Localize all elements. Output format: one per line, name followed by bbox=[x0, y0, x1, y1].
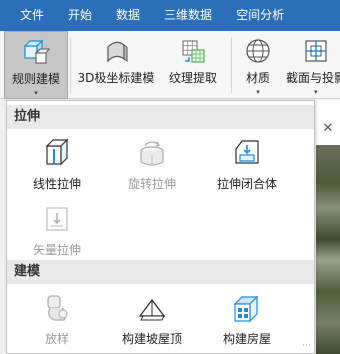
build-house-button[interactable]: 构建房屋 bbox=[197, 292, 297, 347]
linear-extrude-label: 线性拉伸 bbox=[32, 177, 81, 191]
resize-grip-icon[interactable]: ⋯ bbox=[302, 341, 311, 351]
close-icon[interactable]: ✕ bbox=[316, 119, 340, 139]
texture-extract-label: 纹理提取 bbox=[168, 71, 217, 85]
extrude-closed-icon bbox=[232, 137, 262, 169]
menubar: 文件 开始 数据 三维数据 空间分析 bbox=[0, 0, 340, 31]
texture-extract-icon bbox=[179, 37, 207, 65]
slope-roof-icon bbox=[137, 292, 167, 324]
ribbon-toolbar: 规则建模 ▾ 3D极坐标建模 纹理提取 材质 ▾ 截面与投 ▾ bbox=[0, 31, 340, 99]
section-header-modeling: 建模 bbox=[7, 260, 314, 284]
loft-label: 放样 bbox=[44, 332, 69, 346]
build-house-icon bbox=[232, 292, 262, 324]
section-projection-button[interactable]: 截面与投影 ▾ bbox=[284, 31, 340, 99]
vector-extrude-label: 矢量拉伸 bbox=[32, 243, 81, 257]
menu-3d-data[interactable]: 三维数据 bbox=[152, 0, 224, 31]
globe-icon bbox=[244, 37, 272, 65]
polar-3d-modeling-label: 3D极坐标建模 bbox=[77, 71, 155, 85]
rule-modeling-icon bbox=[22, 38, 50, 66]
loft-icon bbox=[42, 292, 72, 324]
chevron-down-icon: ▾ bbox=[34, 89, 38, 97]
extrude-closed-label: 拉伸闭合体 bbox=[216, 177, 277, 191]
rotate-extrude-label: 旋转拉伸 bbox=[127, 177, 176, 191]
slope-roof-label: 构建坡屋顶 bbox=[121, 332, 182, 346]
polar-3d-modeling-icon bbox=[102, 37, 130, 65]
map-imagery bbox=[316, 145, 340, 354]
build-house-label: 构建房屋 bbox=[222, 332, 271, 346]
rotate-extrude-icon bbox=[137, 137, 167, 169]
linear-extrude-icon bbox=[42, 137, 72, 169]
rule-modeling-button[interactable]: 规则建模 ▾ bbox=[4, 31, 68, 99]
menu-spatial-analysis[interactable]: 空间分析 bbox=[224, 0, 296, 31]
material-button[interactable]: 材质 ▾ bbox=[238, 31, 278, 99]
menu-start[interactable]: 开始 bbox=[56, 0, 104, 31]
rule-modeling-label: 规则建模 bbox=[11, 72, 60, 86]
chevron-down-icon: ▾ bbox=[314, 88, 318, 96]
rotate-extrude-button[interactable]: 旋转拉伸 bbox=[102, 137, 202, 192]
chevron-down-icon: ▾ bbox=[256, 88, 260, 96]
section-projection-icon bbox=[302, 37, 330, 65]
menu-file[interactable]: 文件 bbox=[0, 0, 56, 31]
loft-button[interactable]: 放样 bbox=[7, 292, 107, 347]
extrude-closed-button[interactable]: 拉伸闭合体 bbox=[197, 137, 297, 192]
section-header-extrude: 拉伸 bbox=[7, 105, 314, 129]
section-projection-label: 截面与投影 bbox=[286, 71, 340, 85]
texture-extract-button[interactable]: 纹理提取 bbox=[162, 31, 224, 99]
ribbon-divider bbox=[70, 37, 71, 93]
material-label: 材质 bbox=[245, 71, 270, 85]
menu-data[interactable]: 数据 bbox=[104, 0, 152, 31]
rule-modeling-dropdown: 拉伸 线性拉伸 旋转拉伸 拉伸闭合体 矢量拉伸 建模 放样 构建坡屋顶 构建房屋… bbox=[6, 100, 315, 354]
vector-extrude-button[interactable]: 矢量拉伸 bbox=[7, 203, 107, 258]
ribbon-divider bbox=[231, 37, 232, 93]
slope-roof-button[interactable]: 构建坡屋顶 bbox=[102, 292, 202, 347]
polar-3d-modeling-button[interactable]: 3D极坐标建模 bbox=[76, 31, 156, 99]
vector-extrude-icon bbox=[42, 203, 72, 235]
linear-extrude-button[interactable]: 线性拉伸 bbox=[7, 137, 107, 192]
